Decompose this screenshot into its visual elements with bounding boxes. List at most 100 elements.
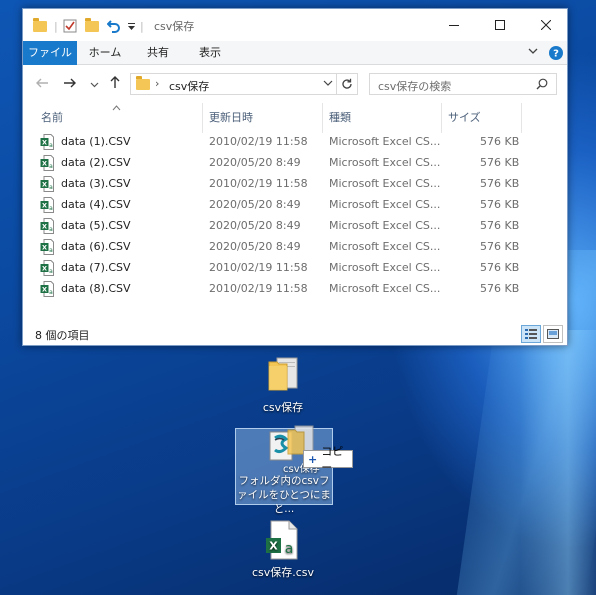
forward-arrow-icon[interactable] xyxy=(63,76,77,94)
svg-text:?: ? xyxy=(553,49,559,60)
file-row[interactable]: Xa data (5).CSV 2020/05/20 8:49 Microsoft E… xyxy=(37,216,537,237)
separator: | xyxy=(54,19,58,33)
desktop-excel-file-item[interactable]: X a csv保存.csv xyxy=(246,520,320,580)
customize-toolbar-icon[interactable] xyxy=(127,18,136,34)
file-name: data (4).CSV xyxy=(61,198,131,211)
file-name: data (1).CSV xyxy=(61,135,131,148)
undo-icon[interactable] xyxy=(107,18,121,34)
file-type: Microsoft Excel CS... xyxy=(329,240,441,253)
svg-text:a: a xyxy=(285,541,294,557)
column-header-date[interactable]: 更新日時 xyxy=(209,107,253,129)
file-row[interactable]: Xa data (6).CSV 2020/05/20 8:49 Microsoft E… xyxy=(37,237,537,258)
file-name: data (2).CSV xyxy=(61,156,131,169)
search-input[interactable]: csv保存の検索 xyxy=(369,73,557,95)
search-placeholder: csv保存の検索 xyxy=(378,80,452,93)
file-date: 2020/05/20 8:49 xyxy=(209,219,301,232)
svg-text:X: X xyxy=(42,181,47,189)
copy-tooltip-label: コピー xyxy=(321,445,344,474)
search-icon[interactable] xyxy=(536,78,548,93)
svg-text:a: a xyxy=(49,205,53,212)
column-header-type[interactable]: 種類 xyxy=(329,107,351,129)
svg-text:a: a xyxy=(49,184,53,191)
excel-csv-icon: Xa xyxy=(40,260,54,276)
window-title: csv保存 xyxy=(154,20,195,33)
large-icons-view-button[interactable] xyxy=(543,325,563,343)
file-date: 2020/05/20 8:49 xyxy=(209,198,301,211)
minimize-button[interactable] xyxy=(431,9,477,41)
svg-text:a: a xyxy=(49,226,53,233)
help-icon[interactable]: ? xyxy=(549,46,563,63)
file-type: Microsoft Excel CS... xyxy=(329,156,441,169)
column-header-name[interactable]: 名前 xyxy=(41,107,63,129)
file-type: Microsoft Excel CS... xyxy=(329,198,441,211)
recent-locations-icon[interactable] xyxy=(90,77,99,93)
file-name: data (8).CSV xyxy=(61,282,131,295)
file-size: 576 KB xyxy=(480,261,520,274)
file-name: data (5).CSV xyxy=(61,219,131,232)
file-type: Microsoft Excel CS... xyxy=(329,261,441,274)
svg-text:a: a xyxy=(49,163,53,170)
details-view-button[interactable] xyxy=(521,325,541,343)
column-divider[interactable] xyxy=(441,103,442,133)
back-arrow-icon[interactable] xyxy=(35,76,49,94)
breadcrumb[interactable]: csv保存 xyxy=(169,78,209,94)
excel-csv-icon: Xa xyxy=(40,134,54,150)
file-date: 2010/02/19 11:58 xyxy=(209,282,308,295)
excel-csv-icon: Xa xyxy=(40,218,54,234)
new-folder-icon[interactable] xyxy=(85,17,99,34)
file-row[interactable]: Xa data (2).CSV 2020/05/20 8:49 Microsoft E… xyxy=(37,153,537,174)
desktop-folder-item[interactable]: csv保存 xyxy=(258,356,308,415)
column-divider[interactable] xyxy=(521,103,522,133)
excel-csv-icon: Xa xyxy=(40,155,54,171)
file-name: data (7).CSV xyxy=(61,261,131,274)
file-type: Microsoft Excel CS... xyxy=(329,219,441,232)
svg-text:a: a xyxy=(49,268,53,275)
file-size: 576 KB xyxy=(480,282,520,295)
tab-share[interactable]: 共有 xyxy=(137,41,179,65)
svg-text:a: a xyxy=(49,247,53,254)
tab-file[interactable]: ファイル xyxy=(23,41,77,65)
file-row[interactable]: Xa data (4).CSV 2020/05/20 8:49 Microsoft E… xyxy=(37,195,537,216)
file-row[interactable]: Xa data (7).CSV 2010/02/19 11:58 Microsoft … xyxy=(37,258,537,279)
file-row[interactable]: Xa data (8).CSV 2010/02/19 11:58 Microsoft … xyxy=(37,279,537,300)
file-size: 576 KB xyxy=(480,156,520,169)
close-button[interactable] xyxy=(523,9,569,41)
svg-text:X: X xyxy=(42,139,47,147)
up-arrow-icon[interactable] xyxy=(108,75,122,93)
svg-text:X: X xyxy=(42,202,47,210)
file-date: 2020/05/20 8:49 xyxy=(209,156,301,169)
column-divider[interactable] xyxy=(202,103,203,133)
file-size: 576 KB xyxy=(480,177,520,190)
column-header-size[interactable]: サイズ xyxy=(448,107,481,129)
desktop-excel-file-label: csv保存.csv xyxy=(251,566,315,579)
plus-icon: + xyxy=(308,452,318,466)
status-item-count: 8 個の項目 xyxy=(35,329,90,342)
address-bar[interactable]: › csv保存 xyxy=(130,73,358,95)
file-date: 2010/02/19 11:58 xyxy=(209,177,308,190)
explorer-window: | | csv保存 ファイル ホーム 共有 表示 ? › csv保存 csv保存… xyxy=(22,8,568,346)
tab-home[interactable]: ホーム xyxy=(81,41,129,65)
separator: | xyxy=(140,19,144,33)
desktop-folder-label: csv保存 xyxy=(262,401,304,414)
file-row[interactable]: Xa data (3).CSV 2010/02/19 11:58 Microsoft … xyxy=(37,174,537,195)
maximize-button[interactable] xyxy=(477,9,523,41)
file-date: 2010/02/19 11:58 xyxy=(209,135,308,148)
svg-text:X: X xyxy=(42,244,47,252)
file-size: 576 KB xyxy=(480,240,520,253)
svg-text:X: X xyxy=(42,286,47,294)
column-divider[interactable] xyxy=(322,103,323,133)
tab-view[interactable]: 表示 xyxy=(189,41,231,65)
excel-csv-icon: Xa xyxy=(40,176,54,192)
file-size: 576 KB xyxy=(480,135,520,148)
breadcrumb-chevron-icon[interactable]: › xyxy=(155,77,159,90)
wallpaper-beam xyxy=(520,330,596,595)
address-dropdown-icon[interactable] xyxy=(323,78,333,91)
properties-icon[interactable] xyxy=(63,18,77,34)
view-switcher xyxy=(521,325,563,343)
refresh-button[interactable] xyxy=(336,73,358,95)
svg-text:X: X xyxy=(42,265,47,273)
svg-text:a: a xyxy=(49,289,53,296)
file-row[interactable]: Xa data (1).CSV 2010/02/19 11:58 Microsoft … xyxy=(37,132,537,153)
file-date: 2020/05/20 8:49 xyxy=(209,240,301,253)
expand-ribbon-icon[interactable] xyxy=(527,45,539,60)
